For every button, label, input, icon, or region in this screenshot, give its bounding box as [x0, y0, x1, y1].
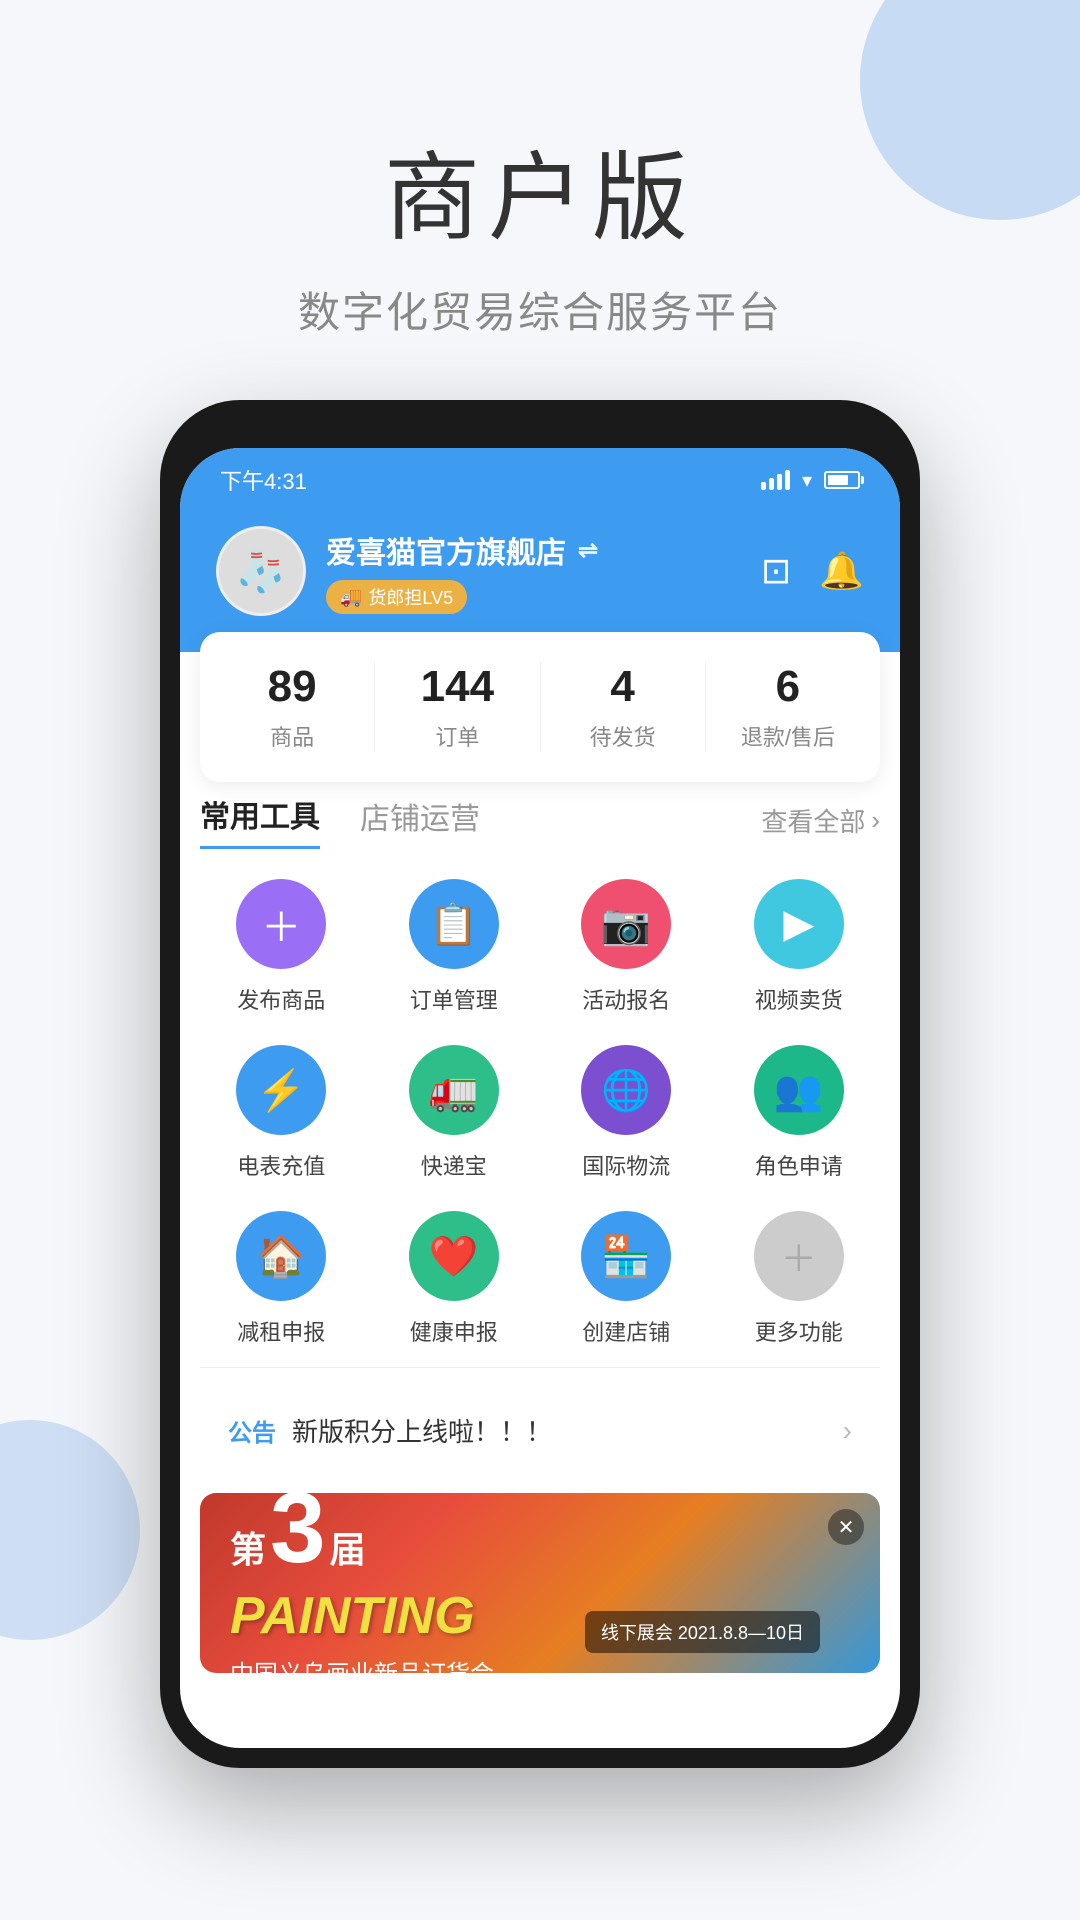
- page-title: 商户版: [0, 120, 1080, 259]
- tool-publish-label: 发布商品: [237, 983, 325, 1015]
- avatar: 🧦: [216, 526, 306, 616]
- banner-event-info: 线下展会 2021.8.8—10日: [585, 1611, 820, 1653]
- status-icons: ▾: [761, 468, 860, 493]
- tool-role-icon: 👥: [754, 1045, 844, 1135]
- tool-create-store-label: 创建店铺: [582, 1315, 670, 1347]
- tool-express[interactable]: 🚛 快递宝: [373, 1045, 536, 1181]
- store-badge: 🚚 货郎担LV5: [326, 580, 467, 614]
- status-time: 下午4:31: [220, 464, 307, 496]
- section-divider: [200, 1367, 880, 1368]
- tool-create-store-icon: 🏪: [581, 1211, 671, 1301]
- tool-electricity[interactable]: ⚡ 电表充值: [200, 1045, 363, 1181]
- tool-express-label: 快递宝: [421, 1149, 487, 1181]
- banner-close-button[interactable]: ✕: [828, 1509, 864, 1545]
- banner-pre: 第: [230, 1521, 266, 1573]
- tool-order-label: 订单管理: [410, 983, 498, 1015]
- page-header: 商户版 数字化贸易综合服务平台: [0, 0, 1080, 400]
- tools-tabs: 常用工具 店铺运营 查看全部 ›: [200, 792, 880, 849]
- tools-section: 常用工具 店铺运营 查看全部 › ＋ 发布商品 📋 订单管理: [180, 792, 900, 1347]
- signal-icon: [761, 470, 790, 490]
- tool-activity-icon: 📷: [581, 879, 671, 969]
- tool-activity-signup[interactable]: 📷 活动报名: [545, 879, 708, 1015]
- battery-icon: [824, 471, 860, 489]
- tool-create-store[interactable]: 🏪 创建店铺: [545, 1211, 708, 1347]
- scan-button[interactable]: ⊡: [761, 550, 791, 592]
- store-switch-icon[interactable]: ⇌: [578, 536, 598, 565]
- tool-electricity-icon: ⚡: [236, 1045, 326, 1135]
- stat-pending-number: 4: [541, 662, 705, 712]
- tool-express-icon: 🚛: [409, 1045, 499, 1135]
- tool-intl-label: 国际物流: [582, 1149, 670, 1181]
- header-icons: ⊡ 🔔: [761, 550, 864, 592]
- announce-text: 新版积分上线啦！！！: [292, 1412, 827, 1449]
- store-name[interactable]: 爱喜猫官方旗舰店 ⇌: [326, 528, 598, 572]
- view-all-button[interactable]: 查看全部 ›: [761, 802, 880, 839]
- stat-refund-label: 退款/售后: [706, 720, 870, 752]
- phone-screen: 下午4:31 ▾ 🧦: [180, 448, 900, 1748]
- tool-publish-product[interactable]: ＋ 发布商品: [200, 879, 363, 1015]
- phone-frame: 下午4:31 ▾ 🧦: [160, 400, 920, 1768]
- banner[interactable]: 第 3 届 PAINTING 中国义乌画业新品订货会 ✕ 线下展会 2021.8…: [200, 1493, 880, 1673]
- stat-pending-label: 待发货: [541, 720, 705, 752]
- tool-video-label: 视频卖货: [755, 983, 843, 1015]
- tool-role-apply[interactable]: 👥 角色申请: [718, 1045, 881, 1181]
- stat-products[interactable]: 89 商品: [210, 662, 375, 752]
- phone-notch: [450, 420, 630, 440]
- tool-video-icon: ▶: [754, 879, 844, 969]
- stat-orders[interactable]: 144 订单: [375, 662, 540, 752]
- tool-rent-label: 减租申报: [237, 1315, 325, 1347]
- store-info: 🧦 爱喜猫官方旗舰店 ⇌ 🚚 货郎担LV5: [216, 526, 598, 616]
- chevron-right-icon: ›: [871, 805, 880, 836]
- tool-electricity-label: 电表充值: [237, 1149, 325, 1181]
- wifi-icon: ▾: [802, 468, 812, 493]
- store-details: 爱喜猫官方旗舰店 ⇌ 🚚 货郎担LV5: [326, 528, 598, 614]
- tool-video-sell[interactable]: ▶ 视频卖货: [718, 879, 881, 1015]
- tool-rent-icon: 🏠: [236, 1211, 326, 1301]
- announce-tag: 公告: [228, 1413, 276, 1448]
- status-bar: 下午4:31 ▾: [180, 448, 900, 506]
- banner-post: 届: [330, 1521, 366, 1573]
- tool-order-management[interactable]: 📋 订单管理: [373, 879, 536, 1015]
- stats-card: 89 商品 144 订单 4 待发货 6 退款/售后: [200, 632, 880, 782]
- tools-grid: ＋ 发布商品 📋 订单管理 📷 活动报名 ▶ 视频卖货: [200, 879, 880, 1347]
- tool-intl-logistics[interactable]: 🌐 国际物流: [545, 1045, 708, 1181]
- tool-more-icon: ＋: [754, 1211, 844, 1301]
- page-subtitle: 数字化贸易综合服务平台: [0, 279, 1080, 340]
- stat-refund[interactable]: 6 退款/售后: [706, 662, 870, 752]
- stat-products-number: 89: [210, 662, 374, 712]
- tool-more-functions[interactable]: ＋ 更多功能: [718, 1211, 881, 1347]
- tool-health-icon: ❤️: [409, 1211, 499, 1301]
- tool-role-label: 角色申请: [755, 1149, 843, 1181]
- stat-orders-number: 144: [375, 662, 539, 712]
- tool-more-label: 更多功能: [755, 1315, 843, 1347]
- notification-button[interactable]: 🔔: [819, 550, 864, 592]
- tab-store-operations[interactable]: 店铺运营: [360, 794, 480, 848]
- banner-painting-text: PAINTING: [230, 1586, 494, 1646]
- banner-content: 第 3 届 PAINTING 中国义乌画业新品订货会: [230, 1493, 494, 1673]
- tool-order-icon: 📋: [409, 879, 499, 969]
- tool-health-label: 健康申报: [410, 1315, 498, 1347]
- banner-number: 3: [270, 1493, 326, 1578]
- tool-activity-label: 活动报名: [582, 983, 670, 1015]
- tool-publish-icon: ＋: [236, 879, 326, 969]
- tool-intl-icon: 🌐: [581, 1045, 671, 1135]
- phone-wrapper: 下午4:31 ▾ 🧦: [0, 400, 1080, 1768]
- announce-arrow-icon: ›: [843, 1415, 852, 1447]
- stat-refund-number: 6: [706, 662, 870, 712]
- tool-rent-reduction[interactable]: 🏠 减租申报: [200, 1211, 363, 1347]
- announcement-bar[interactable]: 公告 新版积分上线啦！！！ ›: [200, 1388, 880, 1473]
- banner-title: 中国义乌画业新品订货会: [230, 1654, 494, 1674]
- stat-products-label: 商品: [210, 720, 374, 752]
- app-header: 🧦 爱喜猫官方旗舰店 ⇌ 🚚 货郎担LV5 ⊡ 🔔: [180, 506, 900, 652]
- stat-pending[interactable]: 4 待发货: [541, 662, 706, 752]
- tab-common-tools[interactable]: 常用工具: [200, 792, 320, 849]
- tool-health-report[interactable]: ❤️ 健康申报: [373, 1211, 536, 1347]
- stat-orders-label: 订单: [375, 720, 539, 752]
